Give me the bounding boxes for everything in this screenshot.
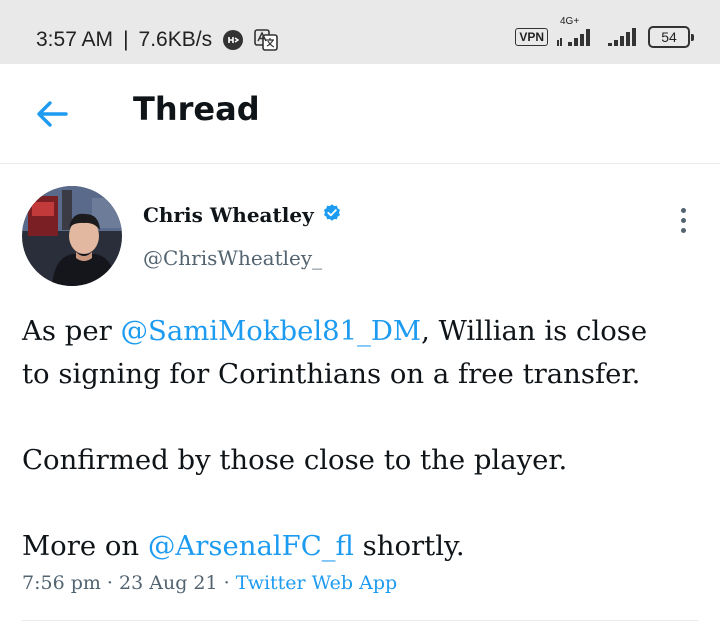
author-name-row[interactable]: Chris Wheatley [143, 203, 342, 227]
status-bar: 3:57 AM | 7.6KB/s VPN 4G+ 54 [0, 0, 720, 64]
thread-header: Thread [0, 64, 720, 164]
meta-separator: · [100, 572, 120, 594]
divider [22, 620, 698, 621]
battery-icon: 54 [648, 26, 694, 48]
network-type-label: 4G+ [560, 16, 580, 27]
hd-call-icon [222, 29, 244, 51]
tweet-text-segment: shortly. [353, 530, 465, 562]
translate-icon [254, 29, 278, 51]
author-handle[interactable]: @ChrisWheatley_ [143, 246, 322, 270]
more-dot [680, 217, 686, 223]
signal-4g-icon: 4G+ [556, 16, 598, 48]
arrow-left-icon [37, 101, 68, 127]
status-time: 3:57 AM [36, 28, 114, 51]
more-options-button[interactable] [668, 205, 698, 235]
tweet-line-1: As per @SamiMokbel81_DM, Willian is clos… [22, 310, 702, 353]
page-title: Thread [133, 90, 260, 128]
tweet-line-4: More on @ArsenalFC_fl shortly. [22, 525, 702, 568]
vpn-badge: VPN [515, 28, 548, 46]
battery-level: 54 [661, 29, 677, 45]
tweet-text-segment: More on [22, 530, 148, 562]
tweet-text-segment: As per [22, 315, 121, 347]
mention-link[interactable]: @ArsenalFC_fl [148, 530, 354, 562]
signal-icon [606, 26, 640, 48]
status-bar-left: 3:57 AM | 7.6KB/s [36, 28, 278, 52]
author-name[interactable]: Chris Wheatley [143, 203, 314, 227]
tweet-time[interactable]: 7:56 pm [22, 572, 101, 594]
tweet-source-link[interactable]: Twitter Web App [236, 572, 397, 594]
tweet-text: As per @SamiMokbel81_DM, Willian is clos… [22, 310, 702, 568]
tweet-date[interactable]: 23 Aug 21 [119, 572, 218, 594]
tweet-line-2: to signing for Corinthians on a free tra… [22, 358, 641, 390]
status-bar-right: VPN 4G+ 54 [515, 16, 694, 48]
tweet-text-segment: , Willian is close [421, 315, 648, 347]
verified-badge-icon [322, 203, 342, 227]
status-separator: | [123, 28, 129, 51]
meta-separator: · [217, 572, 236, 594]
status-speed: 7.6KB/s [138, 28, 213, 51]
mention-link[interactable]: @SamiMokbel81_DM [120, 315, 421, 347]
tweet-line-3: Confirmed by those close to the player. [22, 444, 568, 476]
more-vertical-icon [680, 207, 686, 213]
back-button[interactable] [32, 94, 72, 134]
more-dot [680, 227, 686, 233]
tweet-metadata: 7:56 pm · 23 Aug 21 · Twitter Web App [22, 572, 397, 594]
avatar[interactable] [22, 186, 122, 286]
